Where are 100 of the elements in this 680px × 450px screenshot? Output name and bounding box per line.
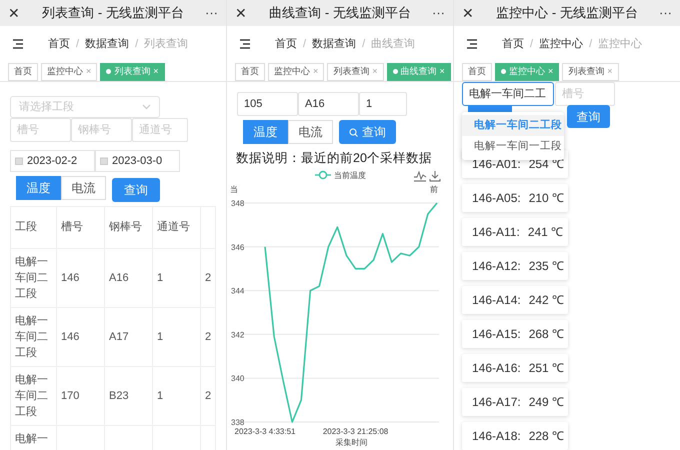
input-field[interactable]: 槽号 bbox=[555, 82, 615, 106]
axis-label: 前 bbox=[430, 185, 438, 194]
date-field[interactable]: 2023-03-0 bbox=[95, 150, 180, 172]
column-header: 工段 bbox=[10, 206, 56, 248]
table-cell: 电解一 bbox=[10, 426, 56, 450]
axis-label: 当 bbox=[230, 185, 238, 194]
table-cell: 1 bbox=[152, 366, 200, 426]
tab[interactable]: 首页 bbox=[235, 62, 265, 80]
axis-tick-label: 344 bbox=[231, 286, 244, 296]
axis-tick-label: 348 bbox=[231, 199, 244, 208]
breadcrumb-separator: / bbox=[530, 36, 534, 52]
temperature-value: 249 ℃ bbox=[528, 394, 564, 411]
table-cell: 146 bbox=[56, 248, 104, 308]
sensor-name: 146-A05: bbox=[472, 190, 521, 207]
table-cell: 电解一车间二工段 bbox=[10, 308, 56, 366]
breadcrumb-link[interactable]: 首页 bbox=[48, 36, 70, 52]
sensor-name: 146-A14: bbox=[472, 292, 521, 309]
menu-icon[interactable] bbox=[466, 39, 478, 49]
input-field[interactable]: 槽号 bbox=[10, 118, 71, 142]
close-icon[interactable]: ✕ bbox=[8, 2, 28, 24]
date-field[interactable]: 2023-02-2 bbox=[10, 150, 95, 172]
more-icon[interactable]: ··· bbox=[652, 3, 672, 23]
toggle-button[interactable]: 电流 bbox=[288, 120, 333, 144]
breadcrumb-link[interactable]: 数据查询 bbox=[312, 36, 356, 52]
column-header: 通道号 bbox=[152, 206, 200, 248]
breadcrumb-separator: / bbox=[303, 36, 306, 52]
input-field[interactable]: 钢棒号 bbox=[71, 118, 132, 142]
tab[interactable]: 列表查询 × bbox=[327, 62, 384, 80]
sensor-name: 146-A17: bbox=[472, 394, 521, 411]
temperature-value: 210 ℃ bbox=[528, 190, 564, 207]
input-field[interactable]: 1 bbox=[359, 92, 407, 116]
input-field[interactable]: 105 bbox=[237, 92, 298, 116]
sensor-name: 146-A16: bbox=[472, 360, 521, 377]
line-chart-icon[interactable] bbox=[414, 170, 426, 182]
axis-tick-label: 342 bbox=[231, 330, 244, 340]
input-field[interactable]: 通道号 bbox=[132, 118, 188, 142]
axis-tick-label: 2023-3-3 21:25:08 bbox=[322, 427, 388, 436]
close-icon[interactable]: ✕ bbox=[235, 2, 255, 24]
column-header: 槽号 bbox=[56, 206, 104, 248]
calendar-icon bbox=[15, 157, 23, 165]
table-cell: 1 bbox=[152, 248, 200, 308]
temperature-value: 251 ℃ bbox=[528, 360, 564, 377]
window-title: 曲线查询 - 无线监测平台 bbox=[268, 4, 412, 22]
breadcrumb-separator: / bbox=[589, 36, 592, 52]
temperature-value: 241 ℃ bbox=[528, 224, 564, 241]
axis-tick-label: 338 bbox=[231, 418, 244, 427]
column-header: 钢棒号 bbox=[104, 206, 152, 248]
table-cell: 2 bbox=[200, 366, 216, 426]
temperature-value: 242 ℃ bbox=[528, 292, 564, 309]
tab[interactable]: 首页 bbox=[462, 62, 492, 80]
axis-tick-label: 2023-3-3 4:33:51 bbox=[234, 427, 296, 436]
more-icon[interactable]: ··· bbox=[425, 3, 445, 23]
table-cell: 电解一车间二工段 bbox=[10, 248, 56, 308]
temperature-value: 228 ℃ bbox=[528, 428, 564, 445]
breadcrumb-link[interactable]: 监控中心 bbox=[539, 36, 584, 52]
legend-marker bbox=[315, 170, 331, 180]
more-icon[interactable]: ··· bbox=[198, 3, 218, 23]
search-icon bbox=[349, 128, 358, 136]
temperature-value: 235 ℃ bbox=[528, 258, 564, 275]
tab[interactable]: 监控中心 × bbox=[41, 62, 98, 80]
sensor-name: 146-A12: bbox=[472, 258, 521, 275]
data-description: 数据说明：最近的前20个采样数据 bbox=[236, 150, 433, 167]
temperature-value: 268 ℃ bbox=[528, 326, 564, 343]
table-cell: 146 bbox=[56, 308, 104, 366]
tab[interactable]: 监控中心 × bbox=[268, 62, 324, 80]
table-cell: A16 bbox=[104, 248, 152, 308]
chevron-down-icon bbox=[142, 104, 151, 110]
sensor-name: 146-A01: bbox=[472, 156, 521, 173]
axis-title: 采集时间 bbox=[336, 438, 368, 447]
table-cell: B23 bbox=[104, 366, 152, 426]
tab[interactable]: 列表查询 × bbox=[562, 62, 619, 80]
menu-icon[interactable] bbox=[12, 39, 24, 49]
legend-label: 当前温度 bbox=[334, 171, 366, 180]
dropdown-option[interactable]: 电解一车间一工段 bbox=[462, 136, 564, 157]
sensor-name: 146-A11: bbox=[472, 224, 520, 241]
axis-tick-label: 346 bbox=[231, 242, 244, 252]
breadcrumb-link[interactable]: 首页 bbox=[275, 36, 297, 52]
window-title: 列表查询 - 无线监测平台 bbox=[41, 4, 185, 22]
axis-tick-label: 340 bbox=[231, 374, 244, 384]
breadcrumb-separator: / bbox=[76, 36, 80, 52]
close-icon[interactable]: ✕ bbox=[462, 2, 482, 24]
download-icon[interactable] bbox=[430, 170, 440, 182]
sensor-name: 146-A18: bbox=[472, 428, 521, 445]
table-cell: 170 bbox=[56, 366, 104, 426]
input-field[interactable]: A16 bbox=[298, 92, 359, 116]
window-title: 监控中心 - 无线监测平台 bbox=[495, 4, 639, 22]
table-cell: 1 bbox=[152, 308, 200, 366]
table-cell: 电解一车间二工段 bbox=[10, 366, 56, 426]
tab[interactable]: 首页 bbox=[8, 62, 38, 80]
table-cell: 2 bbox=[200, 248, 216, 308]
breadcrumb-link[interactable]: 首页 bbox=[502, 36, 524, 52]
breadcrumb-separator: / bbox=[362, 36, 366, 52]
select-field[interactable]: 电解一车间二工 bbox=[462, 82, 554, 106]
table-cell: A17 bbox=[104, 308, 152, 366]
sensor-name: 146-A15: bbox=[472, 326, 521, 343]
menu-icon[interactable] bbox=[239, 39, 251, 49]
breadcrumb-link[interactable]: 数据查询 bbox=[85, 36, 130, 52]
toggle-button[interactable]: 电流 bbox=[61, 176, 106, 200]
table-cell: 2 bbox=[200, 308, 216, 366]
breadcrumb-separator: / bbox=[135, 36, 138, 52]
